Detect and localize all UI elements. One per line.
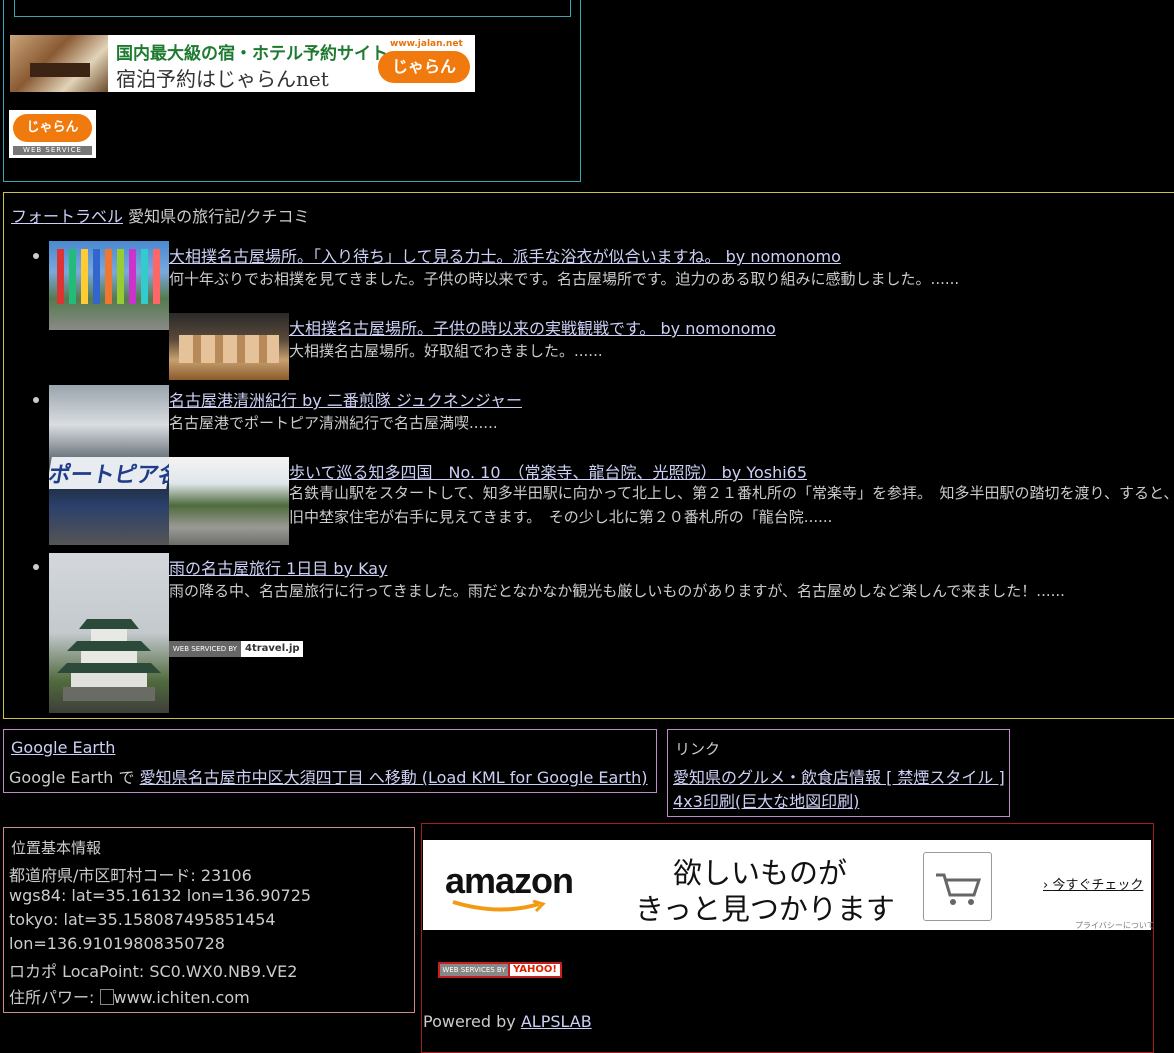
google-earth-kml-link[interactable]: 愛知県名古屋市中区大須四丁目 へ移動 (Load KML for Google …: [140, 768, 648, 787]
4travel-web-service-badge[interactable]: WEB SERVICED BY 4travel.jp: [169, 641, 303, 657]
location-line: 都道府県/市区町村コード: 23106: [9, 866, 252, 885]
amazon-logo: amazon: [445, 860, 574, 901]
location-line: wgs84: lat=35.16132 lon=136.90725: [9, 886, 312, 905]
google-earth-title-link[interactable]: Google Earth: [11, 738, 115, 757]
sumo-banners-thumbnail[interactable]: [49, 241, 169, 330]
cart-icon: [923, 852, 992, 921]
ichiten-image-alt[interactable]: www.ichiten.com: [114, 988, 250, 1007]
jalan-logo-text: じゃらん: [378, 51, 470, 83]
yahoo-ws-right: YAHOO!: [510, 964, 560, 976]
print-map-link[interactable]: 4x3印刷(巨大な地図印刷): [673, 788, 859, 812]
jalan-banner-line1: 国内最大級の宿・ホテル予約サイト: [116, 44, 388, 64]
powered-by: Powered by ALPSLAB: [423, 1012, 592, 1031]
thumbnail-sign-text: ポートピア名古屋: [49, 457, 169, 489]
list-bullet: [33, 397, 39, 403]
location-line: tokyo: lat=35.158087495851454: [9, 910, 276, 929]
location-line: lon=136.91019808350728: [9, 934, 225, 953]
travel-heading-text: 愛知県の旅行記/クチコミ: [128, 207, 310, 226]
travel-item-desc: 雨の降る中、名古屋旅行に行ってきました。雨だとなかなか観光も厳しいものがあります…: [169, 582, 1065, 600]
ws-label-right: 4travel.jp: [245, 643, 300, 654]
yahoo-web-service-badge[interactable]: WEB SERVICES BY YAHOO!: [438, 962, 562, 978]
travel-item-desc: 名鉄青山駅をスタートして、知多半田駅に向かって北上し、第２１番札所の「常楽寺」を…: [289, 484, 1174, 526]
jalan-banner[interactable]: 国内最大級の宿・ホテル予約サイト 宿泊予約はじゃらんnet www.jalan.…: [10, 35, 475, 92]
jalan-banner-line2: 宿泊予約はじゃらんnet: [116, 67, 329, 91]
powered-by-prefix: Powered by: [423, 1012, 516, 1031]
jalan-logo: www.jalan.net じゃらん: [376, 39, 470, 87]
travel-item-desc: 大相撲名古屋場所。好取組でわきました。......: [289, 342, 603, 360]
fortravel-link[interactable]: フォートラベル: [11, 207, 123, 226]
ws-label-left: WEB SERVICED BY: [169, 641, 241, 657]
links-title: リンク: [675, 740, 721, 758]
amazon-smile-icon: [452, 900, 546, 913]
port-building-thumbnail[interactable]: ポートピア名古屋: [49, 385, 169, 545]
travel-item-title-link[interactable]: 大相撲名古屋場所。「入り待ち」して見る力士。派手な浴衣が似合いますね。 by n…: [169, 243, 841, 267]
temple-road-thumbnail[interactable]: [169, 457, 289, 545]
castle-illustration: [57, 619, 161, 701]
location-line: ロカポ LocaPoint: SC0.WX0.NB9.VE2: [9, 962, 298, 981]
gourmet-link[interactable]: 愛知県のグルメ・飲食店情報 [ 禁煙スタイル ]: [673, 764, 1005, 788]
broken-image-icon: [99, 989, 114, 1005]
jalan-url: www.jalan.net: [390, 39, 463, 49]
yahoo-ws-left: WEB SERVICES BY: [440, 964, 508, 976]
sumo-wrestlers-thumbnail[interactable]: [169, 313, 289, 380]
google-earth-prefix: Google Earth で: [9, 768, 135, 787]
list-bullet: [33, 564, 39, 570]
amazon-check-link[interactable]: › 今すぐチェック: [1043, 874, 1143, 893]
travel-item-title-link[interactable]: 雨の名古屋旅行 1日目 by Kay: [169, 555, 388, 579]
top-inner-box: [14, 0, 571, 17]
travel-item-title-link[interactable]: 名古屋港清洲紀行 by 二番煎隊 ジュクネンジャー: [169, 387, 522, 411]
amazon-privacy-link[interactable]: プライバシーについて: [1075, 920, 1155, 931]
address-power-line: 住所パワー: www.ichiten.com: [9, 984, 250, 1008]
nagoya-castle-thumbnail[interactable]: [49, 553, 169, 713]
amazon-banner[interactable]: amazon 欲しいものが きっと見つかります › 今すぐチェック プライバシー…: [423, 840, 1155, 930]
alpslab-link[interactable]: ALPSLAB: [521, 1012, 592, 1031]
travel-heading: フォートラベル 愛知県の旅行記/クチコミ: [11, 203, 310, 227]
amazon-message-line2: きっと見つかります: [635, 892, 895, 926]
travel-item-desc: 名古屋港でポートピア清洲紀行で名古屋満喫......: [169, 414, 498, 432]
jalan-web-service-badge[interactable]: じゃらん WEB SERVICE: [9, 110, 96, 158]
travel-item-title-link[interactable]: 大相撲名古屋場所。子供の時以来の実戦観戦です。 by nomonomo: [289, 315, 776, 339]
list-bullet: [33, 253, 39, 259]
google-earth-line: Google Earth で 愛知県名古屋市中区大須四丁目 へ移動 (Load …: [9, 764, 648, 788]
address-power-label: 住所パワー:: [9, 988, 95, 1007]
jalan-ws-label: WEB SERVICE: [13, 146, 92, 155]
travel-item-desc: 何十年ぶりでお相撲を見てきました。子供の時以来です。名古屋場所です。迫力のある取…: [169, 270, 960, 288]
jalan-banner-photo: [10, 35, 108, 92]
location-title: 位置基本情報: [11, 839, 102, 857]
jalan-small-logo-text: じゃらん: [13, 114, 92, 142]
travel-item-title-link[interactable]: 歩いて巡る知多四国 No. 10 （常楽寺、龍台院、光照院） by Yoshi6…: [289, 459, 807, 483]
